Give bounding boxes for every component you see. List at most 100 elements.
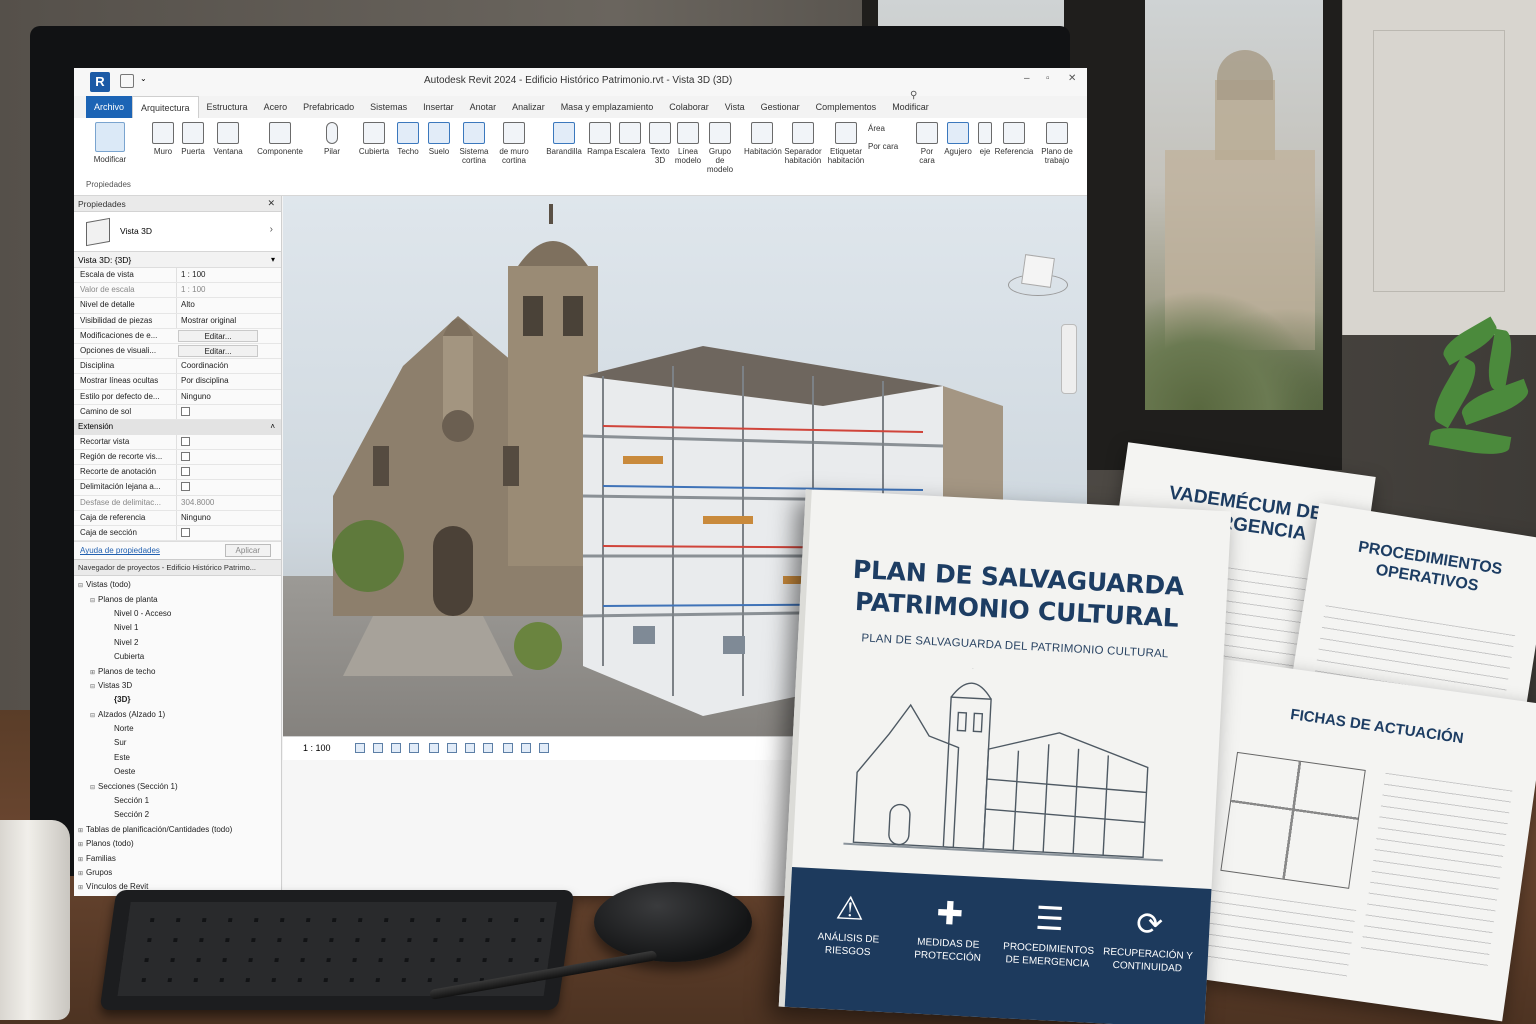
shadows-icon[interactable] <box>409 743 419 753</box>
browser-item[interactable]: Sección 2 <box>74 808 281 822</box>
property-value[interactable] <box>176 480 256 495</box>
linea-modelo-button[interactable]: Línea modelo <box>674 122 702 165</box>
property-row[interactable]: Visibilidad de piezas Mostrar original <box>74 313 281 329</box>
expand-toggle-icon[interactable]: ⊟ <box>90 713 95 719</box>
property-value[interactable] <box>176 526 256 541</box>
tab-arquitectura[interactable]: Arquitectura <box>132 96 199 118</box>
instance-filter[interactable]: Vista 3D: {3D} ▾ <box>74 252 281 268</box>
suelo-button[interactable]: Suelo <box>426 122 452 156</box>
property-value[interactable]: 304.8000 <box>176 495 256 510</box>
minimize-icon[interactable]: – <box>1024 73 1030 84</box>
view-scale[interactable]: 1 : 100 <box>303 743 331 753</box>
property-value[interactable]: Por disciplina <box>176 374 256 389</box>
browser-item[interactable]: Nivel 0 - Acceso <box>74 607 281 621</box>
cubierta-button[interactable]: Cubierta <box>356 122 392 156</box>
browser-item[interactable]: ⊞ Familias <box>74 852 281 866</box>
property-row[interactable]: Caja de sección <box>74 526 281 542</box>
property-row[interactable]: Recortar vista <box>74 434 281 451</box>
property-value[interactable]: Ninguno <box>176 510 256 525</box>
property-value[interactable]: Ninguno <box>176 389 256 404</box>
browser-item[interactable]: Norte <box>74 722 281 736</box>
type-selector[interactable]: Vista 3D › <box>74 212 281 252</box>
browser-item[interactable]: ⊞ Planos (todo) <box>74 837 281 851</box>
tab-archivo[interactable]: Archivo <box>86 96 133 118</box>
checkbox[interactable] <box>181 406 190 416</box>
property-value[interactable] <box>176 450 256 465</box>
browser-item[interactable]: Sur <box>74 736 281 750</box>
browser-item[interactable]: {3D} <box>74 693 281 707</box>
checkbox[interactable] <box>181 452 190 462</box>
browser-item[interactable]: ⊞ Planos de techo <box>74 665 281 679</box>
expand-toggle-icon[interactable]: ⊞ <box>78 828 83 834</box>
browser-item[interactable]: Cubierta <box>74 650 281 664</box>
properties-help-link[interactable]: Ayuda de propiedades <box>80 546 160 555</box>
property-value[interactable] <box>176 434 256 450</box>
browser-item[interactable]: ⊟ Alzados (Alzado 1) <box>74 708 281 722</box>
crop-view-icon[interactable] <box>447 743 457 753</box>
close-icon[interactable]: ✕ <box>267 198 275 209</box>
property-row[interactable]: Nivel de detalle Alto <box>74 298 281 314</box>
puerta-button[interactable]: Puerta <box>178 122 208 156</box>
browser-item[interactable]: ⊞ Tablas de planificación/Cantidades (tod… <box>74 823 281 837</box>
checkbox[interactable] <box>181 528 190 537</box>
browser-item[interactable]: ⊞ Grupos <box>74 866 281 880</box>
expand-toggle-icon[interactable]: ⊟ <box>90 785 95 791</box>
property-value[interactable]: Alto <box>176 298 256 313</box>
tab-masa[interactable]: Masa y emplazamiento <box>553 96 662 118</box>
habitacion-button[interactable]: Habitación <box>744 122 782 156</box>
visual-style-icon[interactable] <box>373 743 383 753</box>
property-row[interactable]: Mostrar líneas ocultas Por disciplina <box>74 374 281 390</box>
tab-insertar[interactable]: Insertar <box>415 96 462 118</box>
show-crop-icon[interactable] <box>465 743 475 753</box>
browser-item[interactable]: ⊟ Secciones (Sección 1) <box>74 780 281 794</box>
hide-isolate-icon[interactable] <box>503 743 513 753</box>
muro-cortina-button[interactable]: de muro cortina <box>494 122 534 165</box>
referencia-button[interactable]: Referencia <box>994 122 1034 156</box>
expand-toggle-icon[interactable]: ⊞ <box>78 871 83 877</box>
sun-path-icon[interactable] <box>391 743 401 753</box>
browser-item[interactable]: Este <box>74 751 281 765</box>
plano-trabajo-button[interactable]: Plano de trabajo <box>1036 122 1078 165</box>
property-row[interactable]: Modificaciones de e... Editar... <box>74 329 281 344</box>
property-row[interactable]: Recorte de anotación <box>74 465 281 481</box>
checkbox[interactable] <box>181 482 190 492</box>
apply-button[interactable]: Aplicar <box>224 544 271 558</box>
checkbox[interactable] <box>181 467 190 477</box>
maximize-icon[interactable]: ▫ <box>1046 73 1050 84</box>
browser-item[interactable]: Nivel 1 <box>74 621 281 635</box>
ventana-button[interactable]: Ventana <box>210 122 246 156</box>
tab-complementos[interactable]: Complementos <box>808 96 885 118</box>
por-cara-button[interactable]: Por cara <box>868 142 906 151</box>
viewcube-icon[interactable] <box>1021 254 1055 288</box>
separador-button[interactable]: Separador habitación <box>782 122 824 165</box>
detail-level-icon[interactable] <box>355 743 365 753</box>
browser-item[interactable]: Oeste <box>74 765 281 779</box>
property-value[interactable]: Editar... <box>178 329 258 342</box>
tab-sistemas[interactable]: Sistemas <box>362 96 415 118</box>
quick-access-dropdown-icon[interactable]: ⌄ <box>140 74 154 88</box>
rampa-button[interactable]: Rampa <box>586 122 614 156</box>
revit-logo-icon[interactable]: R <box>90 72 110 92</box>
browser-item[interactable]: Sección 1 <box>74 794 281 808</box>
tab-acero[interactable]: Acero <box>256 96 296 118</box>
expand-toggle-icon[interactable]: ⊟ <box>90 684 95 690</box>
expand-toggle-icon[interactable]: ⊟ <box>78 583 83 589</box>
property-row[interactable]: Región de recorte vis... <box>74 450 281 466</box>
browser-item[interactable]: ⊟ Vistas 3D <box>74 679 281 693</box>
open-file-icon[interactable] <box>120 74 134 88</box>
texto3d-button[interactable]: Texto 3D <box>648 122 672 165</box>
tab-colaborar[interactable]: Colaborar <box>661 96 717 118</box>
componente-button[interactable]: Componente <box>252 122 308 156</box>
property-row[interactable]: Caja de referencia Ninguno <box>74 510 281 526</box>
agujero-button[interactable]: Agujero <box>942 122 974 156</box>
property-value[interactable]: 1 : 100 <box>176 283 256 298</box>
modificar-button[interactable]: Modificar <box>88 122 132 164</box>
muro-button[interactable]: Muro <box>148 122 178 156</box>
property-row[interactable]: Desfase de delimitac... 304.8000 <box>74 495 281 511</box>
property-value[interactable]: 1 : 100 <box>176 268 256 283</box>
tab-estructura[interactable]: Estructura <box>199 96 256 118</box>
lock-view-icon[interactable] <box>483 743 493 753</box>
property-value[interactable]: Editar... <box>178 344 258 358</box>
property-row[interactable]: Escala de vista 1 : 100 <box>74 268 281 284</box>
property-row[interactable]: Opciones de visuali... Editar... <box>74 344 281 360</box>
